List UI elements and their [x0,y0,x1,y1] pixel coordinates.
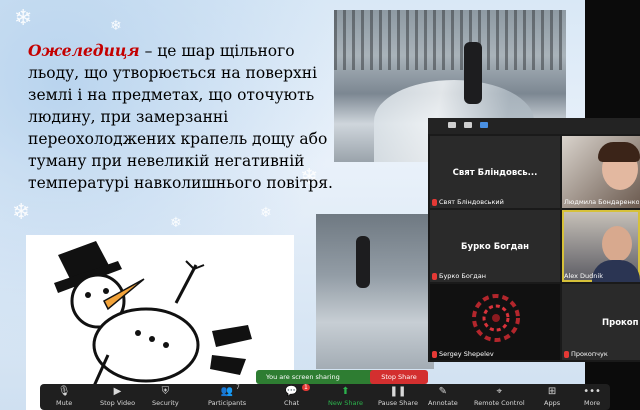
new-share-button[interactable]: ⬆ New Share [328,386,363,410]
meeting-toolbar: 🎙 Mute ▶ Stop Video ⛨ Security 👥 Partici… [40,384,610,410]
pause-icon: ❚❚ [389,386,407,397]
minimize-icon[interactable] [448,122,456,128]
participant-tile[interactable]: Бурко Богдан Бурко Богдан [430,210,560,282]
snowflake-decoration: ❄ [170,215,182,231]
participant-tile[interactable]: Людмила Бондаренко [562,136,640,208]
mute-label: Mute [56,399,73,407]
participant-tile[interactable]: Прокоп Прокопчук [562,284,640,360]
participant-tile[interactable]: Sergey Shepelev [430,284,560,360]
annotate-button[interactable]: ✎ Annotate [428,386,458,410]
snowflake-decoration: ❄ [260,205,272,221]
snowflake-decoration: ❄ [12,200,31,225]
participant-name: Sergey Shepelev [439,350,494,358]
mute-button[interactable]: 🎙 Mute [56,386,72,410]
participant-name: Свят Бліндовський [439,198,504,206]
participant-name: Alex Dudnik [564,272,603,280]
camera-icon: ▶ [113,386,122,397]
participant-hair [598,142,640,162]
snowflake-decoration: ❄ [110,18,122,34]
pencil-icon: ✎ [438,386,448,397]
slide-definition-text: Ожеледиця – це шар щільного льоду, що ут… [28,40,333,194]
participant-label: Прокопчук [564,350,608,358]
mic-muted-icon [564,350,569,358]
shield-icon: ⛨ [161,386,170,397]
participant-face [602,226,632,262]
participant-label: Свят Бліндовський [432,198,504,206]
slide-term: Ожеледиця [28,41,140,60]
mic-muted-icon [432,198,437,206]
remote-control-label: Remote Control [474,399,525,407]
participant-label: Sergey Shepelev [432,350,494,358]
remote-control-button[interactable]: ⌖ Remote Control [474,386,525,410]
participant-name: Прокопчук [571,350,608,358]
people-icon: 👥 [220,386,234,397]
participant-center-name: Прокоп [602,318,639,329]
pause-share-button[interactable]: ❚❚ Pause Share [378,386,418,410]
participant-name: Людмила Бондаренко [564,198,639,206]
chat-unread-badge: 1 [302,384,310,391]
security-button[interactable]: ⛨ Security [152,386,179,410]
participants-button[interactable]: 👥 Participants 7 [208,384,247,410]
chat-label: Chat [284,399,300,407]
annotate-label: Annotate [428,399,458,407]
more-label: More [584,399,601,407]
slide-definition: – це шар щільного льоду, що утворюється … [28,42,333,192]
participant-label: Бурко Богдан [432,272,486,280]
participant-avatar-pattern [472,294,520,342]
snowflake-decoration: ❄ [14,6,33,31]
mic-muted-icon [432,272,437,280]
participants-count: 7 [236,384,240,391]
security-label: Security [152,399,179,407]
participant-name: Бурко Богдан [439,272,486,280]
participant-tile[interactable]: Свят Бліндовсь... Свят Бліндовський [430,136,560,208]
ice-walk-photo [316,214,434,369]
participant-center-name: Бурко Богдан [461,242,529,253]
gallery-view-icon[interactable] [480,122,488,128]
mic-muted-icon [432,350,437,358]
more-dots-icon: ••• [583,386,601,397]
stop-video-button[interactable]: ▶ Stop Video [100,386,135,410]
participant-center-name: Свят Бліндовсь... [452,168,538,179]
mouse-pointer-icon: ⌖ [496,386,503,397]
chat-icon: 💬 [285,386,298,397]
microphone-icon: 🎙 [57,386,71,397]
person-figure [356,236,370,288]
stop-share-button[interactable]: Stop Share [370,370,428,384]
new-share-label: New Share [328,399,364,407]
chat-button[interactable]: 💬 Chat 1 [284,384,310,410]
apps-button[interactable]: ⊞ Apps [544,386,560,410]
pause-share-label: Pause Share [378,399,418,407]
view-toggle-icon[interactable] [464,122,472,128]
panel-title-bar[interactable] [428,118,640,134]
share-arrow-icon: ⬆ [341,386,350,397]
person-figure [464,42,482,104]
apps-icon: ⊞ [547,386,557,397]
stop-video-label: Stop Video [100,399,136,407]
apps-label: Apps [544,399,561,407]
participant-label: Людмила Бондаренко [564,198,639,206]
participants-label: Participants [208,399,247,407]
participants-video-panel[interactable]: Свят Бліндовсь... Свят Бліндовський Людм… [428,118,640,362]
participant-tile[interactable]: Alex Dudnik [562,210,640,282]
participant-label: Alex Dudnik [564,272,603,280]
more-button[interactable]: ••• More [583,386,601,410]
